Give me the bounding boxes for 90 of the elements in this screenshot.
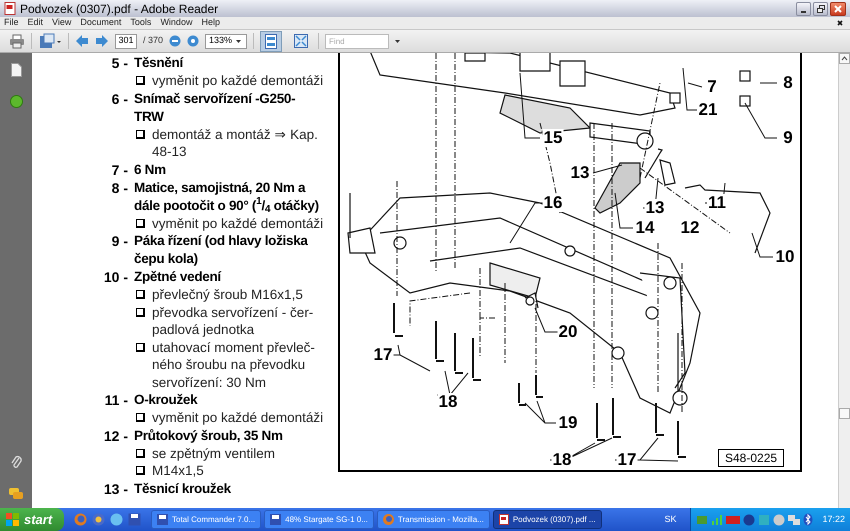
previous-page-icon[interactable] <box>75 34 89 48</box>
windows-logo-icon <box>6 513 20 526</box>
close-icon <box>834 4 842 12</box>
item-title: Těsnění <box>134 54 184 72</box>
menu-item[interactable]: Document <box>80 16 122 30</box>
close-button[interactable] <box>830 2 846 16</box>
caret-icon <box>236 40 242 42</box>
taskbar-button[interactable]: Podvozek (0307).pdf ... <box>492 510 602 529</box>
bluetooth-icon[interactable] <box>803 513 814 526</box>
item-title: Těsnicí kroužek <box>134 480 231 498</box>
restore-button[interactable] <box>813 2 828 16</box>
page-number-field[interactable]: 301 <box>115 34 137 48</box>
window-title: Podvozek (0307).pdf - Adobe Reader <box>20 0 218 18</box>
help-icon[interactable] <box>10 95 22 108</box>
item-number: 6 - <box>110 90 128 108</box>
taskbar-button[interactable]: 48% Stargate SG-1 0... <box>264 510 374 529</box>
item-note: vyměnit po každé demontáži <box>152 72 324 90</box>
scroll-up-icon[interactable] <box>839 53 850 64</box>
item-title: 6 Nm <box>134 160 166 178</box>
item-number: 7 - <box>110 160 128 178</box>
checkbox-bullet-icon <box>136 130 145 138</box>
menu-item[interactable]: Edit <box>28 16 44 30</box>
figure-id-label: S48-0225 <box>718 449 784 467</box>
item-note: vyměnit po každé demontáži <box>152 409 324 426</box>
document-share-icon[interactable] <box>38 33 62 49</box>
item-title: Páka řízení (od hlavy ložiska čepu kola) <box>134 232 308 268</box>
menu-item[interactable]: View <box>52 16 72 30</box>
zoom-in-icon[interactable] <box>187 35 200 47</box>
checkbox-bullet-icon <box>136 466 145 475</box>
printer-icon[interactable] <box>9 34 25 48</box>
item-note: demontáž a montáž ⇒ Kap. 48-13 <box>152 126 318 160</box>
minimize-icon <box>801 10 806 12</box>
tray-signal-icon[interactable] <box>711 514 724 526</box>
item-title: Snímač servořízení -G250- TRW <box>134 90 296 126</box>
item-number: 12 - <box>102 426 128 446</box>
find-field[interactable]: Find <box>325 34 390 48</box>
paperclip-icon[interactable] <box>10 454 22 470</box>
clock: 17:22 <box>822 512 845 526</box>
callout-number: 15 <box>542 129 564 147</box>
item-note: se zpětným ventilem <box>152 444 276 462</box>
checkbox-bullet-icon <box>136 413 145 422</box>
close-document-icon[interactable] <box>837 20 843 26</box>
fit-page-button[interactable] <box>260 30 282 52</box>
item-number: 8 - <box>110 178 128 198</box>
checkbox-bullet-icon <box>136 308 145 316</box>
item-note: M14x1,5 <box>152 462 204 480</box>
full-screen-icon <box>294 34 308 48</box>
zoom-out-icon[interactable] <box>169 35 182 47</box>
item-number: 5 - <box>110 54 128 73</box>
checkbox-bullet-icon <box>136 290 145 299</box>
globe-icon[interactable] <box>110 513 123 526</box>
menu-item[interactable]: Help <box>201 16 220 30</box>
item-number: 10 - <box>102 268 128 287</box>
item-note: převlečný šroub M16x1,5 <box>152 286 303 304</box>
caret-icon[interactable] <box>395 40 400 42</box>
next-page-icon[interactable] <box>95 34 109 48</box>
callout-number: 16 <box>542 194 564 212</box>
restore-icon <box>816 4 824 12</box>
item-title: O-kroužek <box>134 391 198 409</box>
pdf-file-icon <box>4 2 16 15</box>
page-count: / 370 <box>143 34 164 48</box>
item-note: vyměnit po každé demontáži <box>152 214 324 232</box>
browser-icon <box>382 514 394 525</box>
item-title: Matice, samojistná, 20 Nm a dále pootočit o 90° ($^{1}$/$_{4}$ otáčky) <box>134 178 320 214</box>
taskbar-button[interactable]: Total Commander 7.0... <box>151 510 262 529</box>
comments-icon[interactable] <box>9 488 23 500</box>
minimize-button[interactable] <box>796 2 811 16</box>
scrollbar[interactable] <box>838 53 850 508</box>
checkbox-bullet-icon <box>136 218 145 228</box>
item-title: Průtokový šroub, 35 Nm <box>134 426 283 444</box>
taskbar-button[interactable]: Transmission - Mozilla... <box>376 510 490 529</box>
item-note: utahovací moment převleč- ného šroubu na převodku servořízení: 30 Nm <box>152 338 315 391</box>
item-number: 9 - <box>110 232 128 251</box>
checkbox-bullet-icon <box>136 342 145 352</box>
fit-page-icon <box>265 34 278 48</box>
browser-icon[interactable] <box>74 513 87 526</box>
item-number: 11 - <box>104 391 128 410</box>
menu-item[interactable]: Window <box>160 16 192 30</box>
language-indicator[interactable]: SK <box>664 512 676 526</box>
menu-item[interactable]: Tools <box>130 16 152 30</box>
zoom-field[interactable]: 133% <box>205 34 248 48</box>
item-number: 13 - <box>102 480 128 498</box>
checkbox-bullet-icon <box>136 448 145 458</box>
menu-item[interactable]: File <box>4 16 19 30</box>
pdf-file-icon <box>498 514 509 525</box>
item-title: Zpětné vedení <box>134 268 222 286</box>
pages-icon[interactable] <box>10 63 22 77</box>
scroll-thumb[interactable] <box>839 408 850 419</box>
mail-icon[interactable] <box>92 513 105 526</box>
checkbox-bullet-icon <box>136 76 145 85</box>
